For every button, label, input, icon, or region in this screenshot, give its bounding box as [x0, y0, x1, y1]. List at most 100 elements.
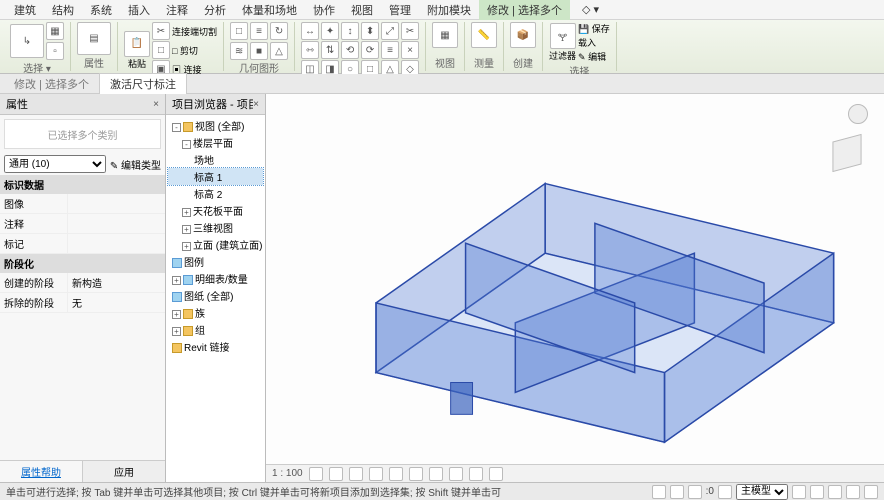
geom-btn[interactable]: ≡ [250, 22, 268, 40]
status-icon[interactable] [828, 485, 842, 499]
close-icon[interactable]: × [153, 99, 159, 110]
mod-btn[interactable]: ≡ [381, 41, 399, 59]
cut-tool-button[interactable]: ✂ [152, 22, 170, 40]
property-value[interactable] [68, 194, 165, 213]
menu-item[interactable]: 附加模块 [419, 0, 479, 20]
status-icon[interactable] [688, 485, 702, 499]
mod-btn[interactable]: ⟲ [341, 41, 359, 59]
tree-node[interactable]: 图纸 (全部) [168, 287, 263, 304]
mod-btn[interactable]: ↔ [301, 22, 319, 40]
edit-selection-button[interactable]: ✎ 编辑 [578, 50, 610, 63]
tree-node[interactable]: +立面 (建筑立面) [168, 236, 263, 253]
property-value[interactable]: 新构造 [68, 273, 165, 292]
tree-node[interactable]: +三维视图 [168, 219, 263, 236]
geom-btn[interactable]: ≋ [230, 42, 248, 60]
view-cube[interactable] [828, 134, 870, 176]
viewbar-icon[interactable] [429, 467, 443, 481]
property-row[interactable]: 注释 [0, 214, 165, 234]
tree-node[interactable]: -楼层平面 [168, 134, 263, 151]
tree-toggle-icon[interactable]: + [182, 225, 191, 234]
nav-wheel-icon[interactable] [848, 104, 868, 124]
geom-btn[interactable]: □ [230, 22, 248, 40]
model-viewport[interactable]: .wall { fill: rgba(80,120,210,0.35); str… [266, 94, 884, 482]
view-button[interactable]: ▦ [432, 22, 458, 48]
viewbar-icon[interactable] [309, 467, 323, 481]
project-browser-tree[interactable]: -视图 (全部)-楼层平面场地标高 1标高 2+天花板平面+三维视图+立面 (建… [166, 115, 265, 482]
mod-btn[interactable]: ⇅ [321, 41, 339, 59]
tree-node[interactable]: 场地 [168, 151, 263, 168]
mod-btn[interactable]: ⬍ [361, 22, 379, 40]
status-icon[interactable] [652, 485, 666, 499]
viewbar-icon[interactable] [469, 467, 483, 481]
tree-toggle-icon[interactable]: - [182, 140, 191, 149]
mod-btn[interactable]: ⟳ [361, 41, 379, 59]
apply-button[interactable]: 应用 [82, 461, 165, 482]
cut-button[interactable]: □ [152, 41, 170, 59]
menu-item[interactable]: 协作 [305, 0, 343, 20]
property-row[interactable]: 创建的阶段新构造 [0, 273, 165, 293]
viewbar-icon[interactable] [329, 467, 343, 481]
tree-toggle-icon[interactable]: + [172, 310, 181, 319]
edit-type-button[interactable]: ✎ 编辑类型 [106, 157, 161, 172]
instance-filter-select[interactable]: 通用 (10) [4, 155, 106, 173]
close-icon[interactable]: × [253, 99, 259, 110]
select-mode-2[interactable]: ▫ [46, 42, 64, 60]
paste-button[interactable]: 📋 [124, 31, 150, 57]
tree-node[interactable]: Revit 链接 [168, 338, 263, 355]
select-mode-1[interactable]: ▦ [46, 22, 64, 40]
create-button[interactable]: 📦 [510, 22, 536, 48]
context-tab[interactable]: 修改 | 选择多个 [4, 74, 99, 94]
property-value[interactable]: 无 [68, 293, 165, 312]
modify-tool-button[interactable]: ↳ [10, 24, 44, 58]
geom-btn[interactable]: △ [270, 42, 288, 60]
load-selection-button[interactable]: 载入 [578, 36, 610, 49]
menu-item[interactable]: 体量和场地 [234, 0, 305, 20]
mod-btn[interactable]: ✂ [401, 22, 419, 40]
tree-node[interactable]: 标高 1 [168, 168, 263, 185]
menu-item[interactable]: 系统 [82, 0, 120, 20]
measure-button[interactable]: 📏 [471, 22, 497, 48]
mod-btn[interactable]: × [401, 41, 419, 59]
viewbar-icon[interactable] [449, 467, 463, 481]
tree-node[interactable]: +天花板平面 [168, 202, 263, 219]
menu-item[interactable]: 管理 [381, 0, 419, 20]
save-selection-button[interactable]: 💾 保存 [578, 22, 610, 35]
tree-node[interactable]: +族 [168, 304, 263, 321]
filter-button[interactable]: 🝖 [550, 23, 576, 49]
status-icon[interactable] [718, 485, 732, 499]
viewbar-icon[interactable] [349, 467, 363, 481]
tree-toggle-icon[interactable]: + [172, 276, 181, 285]
status-icon[interactable] [810, 485, 824, 499]
properties-help-link[interactable]: 属性帮助 [0, 461, 82, 482]
viewbar-icon[interactable] [369, 467, 383, 481]
menu-item[interactable]: 注释 [158, 0, 196, 20]
tree-node[interactable]: +组 [168, 321, 263, 338]
viewbar-icon[interactable] [489, 467, 503, 481]
property-row[interactable]: 拆除的阶段无 [0, 293, 165, 313]
mod-btn[interactable]: ✦ [321, 22, 339, 40]
menu-item[interactable]: 视图 [343, 0, 381, 20]
tree-toggle-icon[interactable]: + [182, 208, 191, 217]
menu-item[interactable]: 修改 | 选择多个 [479, 0, 570, 20]
viewbar-icon[interactable] [409, 467, 423, 481]
tree-node[interactable]: 标高 2 [168, 185, 263, 202]
mod-btn[interactable]: ⤢ [381, 22, 399, 40]
geom-btn[interactable]: ■ [250, 42, 268, 60]
properties-type-selector[interactable]: 已选择多个类别 [4, 119, 161, 149]
mod-btn[interactable]: ↕ [341, 22, 359, 40]
tree-toggle-icon[interactable]: - [172, 123, 181, 132]
geom-btn[interactable]: ↻ [270, 22, 288, 40]
status-icon[interactable] [864, 485, 878, 499]
status-icon[interactable] [846, 485, 860, 499]
tree-toggle-icon[interactable]: + [172, 327, 181, 336]
property-value[interactable] [68, 214, 165, 233]
status-icon[interactable] [670, 485, 684, 499]
property-value[interactable] [68, 234, 165, 253]
status-icon[interactable] [792, 485, 806, 499]
mod-btn[interactable]: ⇿ [301, 41, 319, 59]
help-dropdown[interactable]: ◇ ▾ [574, 1, 607, 18]
property-row[interactable]: 标记 [0, 234, 165, 254]
worksharing-select[interactable]: 主模型 [736, 484, 788, 500]
menu-item[interactable]: 结构 [44, 0, 82, 20]
menu-item[interactable]: 建筑 [6, 0, 44, 20]
